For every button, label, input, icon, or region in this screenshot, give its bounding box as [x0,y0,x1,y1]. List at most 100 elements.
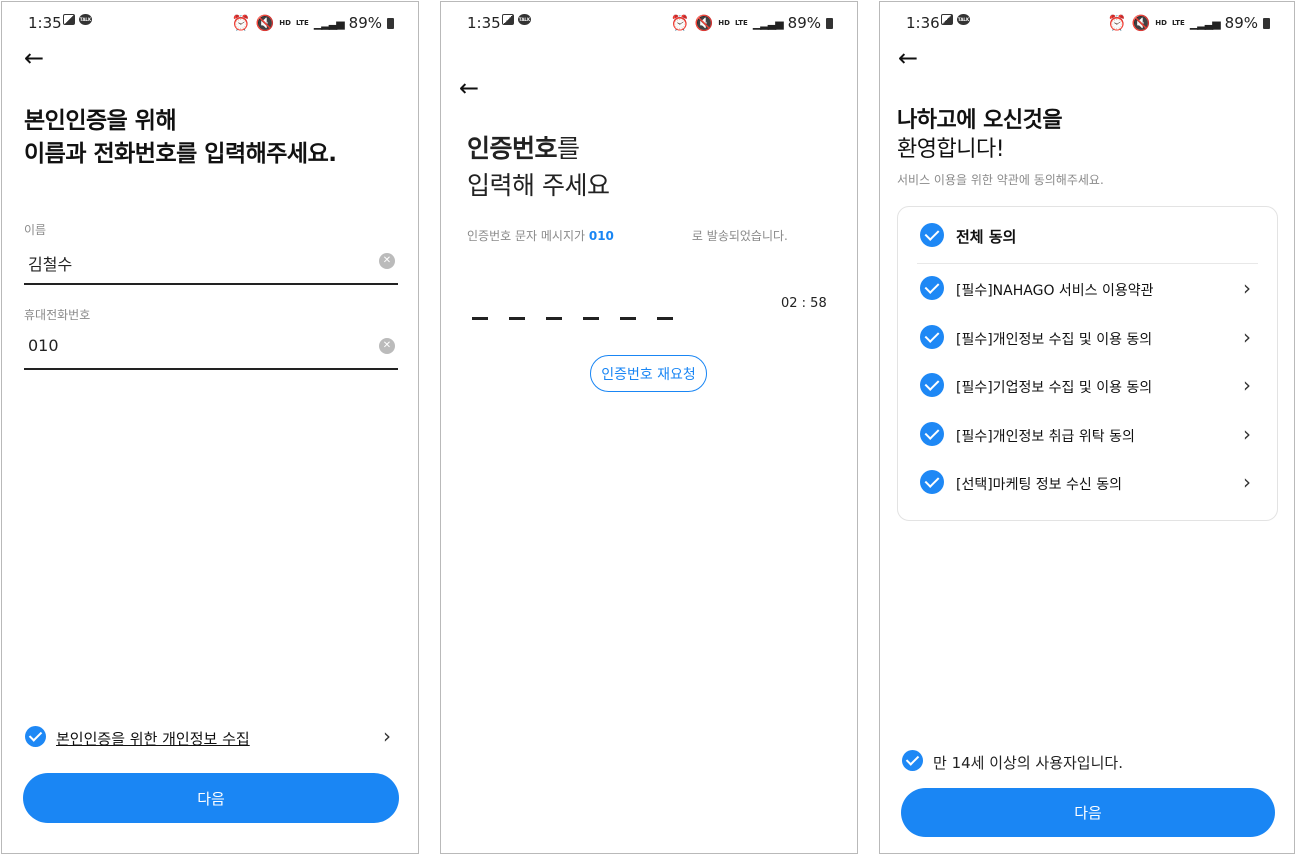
sent-info: 인증번호 문자 메시지가 010 로 발송되었습니다. [467,229,788,243]
terms-card: 전체 동의 [필수]NAHAGO 서비스 이용약관 › [필수]개인정보 수집 및 … [897,206,1278,521]
status-time: 1:36 [906,14,940,32]
signal-icon: ▁▂▃▅ [313,16,345,30]
term-check-icon[interactable] [920,276,944,300]
hd-voice-icon: HD [1155,18,1167,27]
battery-level: 89% [787,14,821,32]
agree-all-check-icon[interactable] [920,223,944,247]
consent-check-icon[interactable] [25,726,46,747]
status-right: ⏰ 🔇 HD LTE ▁▂▃▅ 89% [1108,14,1270,32]
talk-icon: TALK [79,14,92,25]
name-input[interactable]: 김철수 [28,251,72,275]
terms-row[interactable]: [필수]개인정보 수집 및 이용 동의 › [898,324,1277,352]
term-check-icon[interactable] [920,373,944,397]
alarm-icon: ⏰ [670,14,690,32]
term-label: [필수]개인정보 수집 및 이용 동의 [956,331,1153,348]
chevron-right-icon[interactable]: › [1243,375,1251,395]
otp-input[interactable] [472,317,673,320]
hd-voice-icon: HD [279,18,291,27]
gallery-icon [63,14,75,25]
screen-verification-code: 1:35 TALK ⏰ 🔇 HD LTE ▁▂▃▅ 89% ← 인증번호를 입력… [440,1,858,854]
mute-icon: 🔇 [1131,14,1151,32]
chevron-right-icon[interactable]: › [1243,472,1251,492]
title-line-1: 인증번호를 [467,134,580,163]
battery-icon [1263,17,1270,29]
title-line-2: 환영합니다! [897,137,1005,162]
signal-icon: ▁▂▃▅ [752,16,784,30]
status-notification-icons: TALK [941,14,970,25]
status-time: 1:35 [467,14,501,32]
term-check-icon[interactable] [920,324,944,349]
otp-digit-5[interactable] [620,317,636,320]
battery-icon [826,17,833,29]
back-arrow-icon[interactable]: ← [459,76,479,100]
title-line-1: 나하고에 오신것을 [897,108,1063,133]
phone-label: 휴대전화번호 [24,308,91,322]
next-button[interactable]: 다음 [901,788,1275,837]
battery-level: 89% [348,14,382,32]
term-label: [필수]기업정보 수집 및 이용 동의 [956,380,1153,396]
page-title: 나하고에 오신것을 환영합니다! [897,106,1063,164]
mute-icon: 🔇 [694,14,714,32]
otp-digit-2[interactable] [509,317,525,320]
otp-digit-6[interactable] [657,317,673,320]
otp-digit-3[interactable] [546,317,562,320]
chevron-right-icon[interactable]: › [383,726,391,746]
resend-code-button[interactable]: 인증번호 재요청 [590,355,707,392]
name-underline [24,283,398,285]
term-check-icon[interactable] [920,470,944,494]
talk-icon: TALK [518,14,531,25]
otp-digit-1[interactable] [472,317,488,320]
term-label: [필수]NAHAGO 서비스 이용약관 [956,283,1154,299]
title-line-2: 입력해 주세요 [467,171,610,200]
consent-link[interactable]: 본인인증을 위한 개인정보 수집 [56,728,250,749]
terms-row[interactable]: [필수]개인정보 취급 위탁 동의 › [898,421,1277,449]
title-line-1: 본인인증을 위해 [24,108,177,134]
otp-digit-4[interactable] [583,317,599,320]
gallery-icon [502,14,514,25]
alarm-icon: ⏰ [231,14,251,32]
terms-row[interactable]: [필수]기업정보 수집 및 이용 동의 › [898,372,1277,400]
term-check-icon[interactable] [920,421,944,446]
next-button[interactable]: 다음 [23,773,399,823]
mute-icon: 🔇 [255,14,275,32]
clear-name-icon[interactable]: ✕ [379,253,395,269]
screen-terms-agreement: 1:36 TALK ⏰ 🔇 HD LTE ▁▂▃▅ 89% ← 나하고에 오신것… [879,1,1295,854]
clear-phone-icon[interactable]: ✕ [379,338,395,354]
back-arrow-icon[interactable]: ← [898,46,918,70]
terms-row[interactable]: [선택]마케팅 정보 수신 동의 › [898,469,1277,497]
term-label: [필수]개인정보 취급 위탁 동의 [956,428,1135,445]
talk-icon: TALK [957,14,970,25]
hd-voice-icon: HD [718,18,730,27]
page-title: 인증번호를 입력해 주세요 [467,130,610,204]
title-line-2: 이름과 전화번호를 입력해주세요. [24,141,337,167]
lte-icon: LTE [295,18,309,27]
lte-icon: LTE [1171,18,1185,27]
name-label: 이름 [24,223,47,237]
divider [917,263,1258,264]
alarm-icon: ⏰ [1107,14,1127,32]
screen-identity-verification: 1:35 TALK ⏰ 🔇 HD LTE ▁▂▃▅ 89% ← 본인인증을 위해… [1,1,419,854]
age-check-icon[interactable] [902,750,923,771]
gallery-icon [941,14,953,25]
status-notification-icons: TALK [63,14,92,25]
terms-row[interactable]: [필수]NAHAGO 서비스 이용약관 › [898,275,1277,303]
battery-level: 89% [1224,14,1258,32]
timer: 02 : 58 [781,296,827,311]
phone-underline [24,368,398,370]
page-title: 본인인증을 위해 이름과 전화번호를 입력해주세요. [24,105,337,171]
chevron-right-icon[interactable]: › [1243,327,1251,347]
chevron-right-icon[interactable]: › [1243,278,1251,298]
agree-all-label[interactable]: 전체 동의 [956,226,1016,247]
phone-input[interactable]: 010 [28,336,59,355]
signal-icon: ▁▂▃▅ [1189,16,1221,30]
back-arrow-icon[interactable]: ← [24,46,44,70]
status-time: 1:35 [28,14,62,32]
page-subtitle: 서비스 이용을 위한 약관에 동의해주세요. [897,173,1104,187]
battery-icon [387,17,394,29]
chevron-right-icon[interactable]: › [1243,424,1251,444]
age-confirm-label[interactable]: 만 14세 이상의 사용자입니다. [933,752,1123,773]
status-right: ⏰ 🔇 HD LTE ▁▂▃▅ 89% [232,14,394,32]
status-notification-icons: TALK [502,14,531,25]
term-label: [선택]마케팅 정보 수신 동의 [956,477,1122,493]
status-right: ⏰ 🔇 HD LTE ▁▂▃▅ 89% [671,14,833,32]
